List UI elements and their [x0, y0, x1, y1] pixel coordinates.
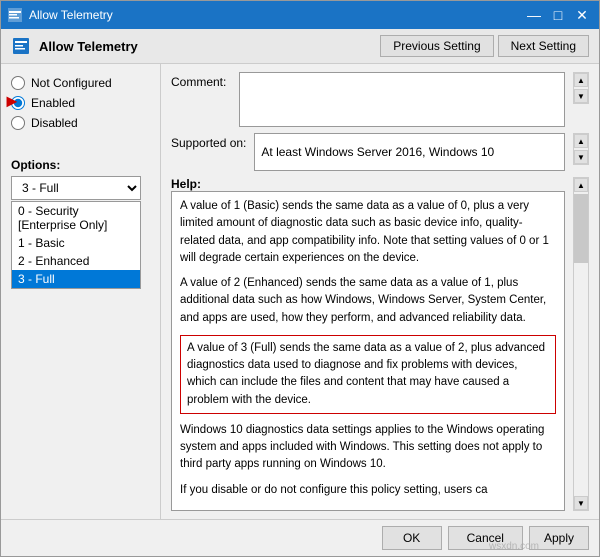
previous-setting-button[interactable]: Previous Setting	[380, 35, 493, 57]
minimize-button[interactable]: —	[523, 5, 545, 25]
dropdown-wrapper: 3 - Full 0 - Security [Enterprise Only] …	[11, 176, 150, 200]
maximize-button[interactable]: □	[547, 5, 569, 25]
telemetry-level-dropdown[interactable]: 3 - Full 0 - Security [Enterprise Only] …	[11, 176, 141, 200]
options-label: Options:	[11, 158, 150, 172]
title-bar-controls: — □ ✕	[523, 5, 593, 25]
radio-section: ► Not Configured Enabled Disabled	[11, 76, 150, 130]
help-paragraph-4: Windows 10 diagnostics data settings app…	[180, 422, 556, 474]
right-panel: Comment: ▲ ▼ Supported on: At least Wind…	[161, 64, 599, 519]
not-configured-label: Not Configured	[31, 76, 112, 90]
disabled-option[interactable]: Disabled	[11, 116, 150, 130]
help-paragraph-5: If you disable or do not configure this …	[180, 482, 556, 499]
header-bar: Allow Telemetry Previous Setting Next Se…	[1, 29, 599, 64]
help-paragraph-3-highlighted: A value of 3 (Full) sends the same data …	[180, 335, 556, 414]
help-label: Help:	[171, 177, 565, 191]
title-bar: Allow Telemetry — □ ✕	[1, 1, 599, 29]
footer-bar: OK Cancel Apply wsxdn.com	[1, 519, 599, 556]
help-scroll-up[interactable]: ▲	[574, 178, 588, 192]
supported-value: At least Windows Server 2016, Windows 10	[254, 133, 565, 171]
options-section: Options: 3 - Full 0 - Security [Enterpri…	[11, 148, 150, 289]
title-bar-icon	[7, 7, 23, 23]
title-bar-text: Allow Telemetry	[29, 8, 523, 22]
help-scroll-down[interactable]: ▼	[574, 496, 588, 510]
content-area: ► Not Configured Enabled Disabled	[1, 64, 599, 519]
comment-scrollbar[interactable]: ▲ ▼	[573, 72, 589, 104]
supported-scroll-up[interactable]: ▲	[574, 134, 588, 148]
ok-button[interactable]: OK	[382, 526, 442, 550]
header-policy-icon	[11, 36, 31, 56]
disabled-radio[interactable]	[11, 116, 25, 130]
enabled-label: Enabled	[31, 96, 75, 110]
radio-group: Not Configured Enabled Disabled	[11, 76, 150, 130]
watermark: wsxdn.com	[489, 541, 539, 552]
comment-scroll-up[interactable]: ▲	[574, 73, 588, 87]
left-panel: ► Not Configured Enabled Disabled	[1, 64, 161, 519]
close-button[interactable]: ✕	[571, 5, 593, 25]
header-buttons: Previous Setting Next Setting	[380, 35, 589, 57]
dropdown-item-security[interactable]: 0 - Security [Enterprise Only]	[12, 202, 140, 234]
next-setting-button[interactable]: Next Setting	[498, 35, 589, 57]
supported-section: Supported on: At least Windows Server 20…	[171, 133, 589, 171]
not-configured-radio[interactable]	[11, 76, 25, 90]
dropdown-item-full[interactable]: 3 - Full	[12, 270, 140, 288]
comment-label: Comment:	[171, 72, 231, 89]
help-scroll-thumb[interactable]	[574, 194, 588, 263]
help-textbox[interactable]: A value of 1 (Basic) sends the same data…	[171, 191, 565, 511]
dropdown-item-basic[interactable]: 1 - Basic	[12, 234, 140, 252]
header-title: Allow Telemetry	[39, 39, 380, 54]
help-scrollbar[interactable]: ▲ ▼	[573, 177, 589, 511]
supported-scroll-down[interactable]: ▼	[574, 150, 588, 164]
help-section: Help: A value of 1 (Basic) sends the sam…	[171, 177, 589, 511]
main-window: Allow Telemetry — □ ✕ Allow Telemetry Pr…	[0, 0, 600, 557]
supported-scrollbar[interactable]: ▲ ▼	[573, 133, 589, 165]
enabled-arrow-indicator: ►	[3, 92, 21, 110]
comment-section: Comment: ▲ ▼	[171, 72, 589, 127]
dropdown-item-enhanced[interactable]: 2 - Enhanced	[12, 252, 140, 270]
comment-textarea[interactable]	[239, 72, 565, 127]
disabled-label: Disabled	[31, 116, 78, 130]
dropdown-list: 0 - Security [Enterprise Only] 1 - Basic…	[11, 201, 141, 289]
supported-label: Supported on:	[171, 133, 246, 150]
help-panel: Help: A value of 1 (Basic) sends the sam…	[171, 177, 565, 511]
help-paragraph-1: A value of 1 (Basic) sends the same data…	[180, 198, 556, 267]
supported-text: At least Windows Server 2016, Windows 10	[261, 145, 494, 159]
not-configured-option[interactable]: Not Configured	[11, 76, 150, 90]
comment-scroll-down[interactable]: ▼	[574, 89, 588, 103]
help-paragraph-2: A value of 2 (Enhanced) sends the same d…	[180, 275, 556, 327]
enabled-option[interactable]: Enabled	[11, 96, 150, 110]
help-content-area: Help: A value of 1 (Basic) sends the sam…	[171, 177, 589, 511]
